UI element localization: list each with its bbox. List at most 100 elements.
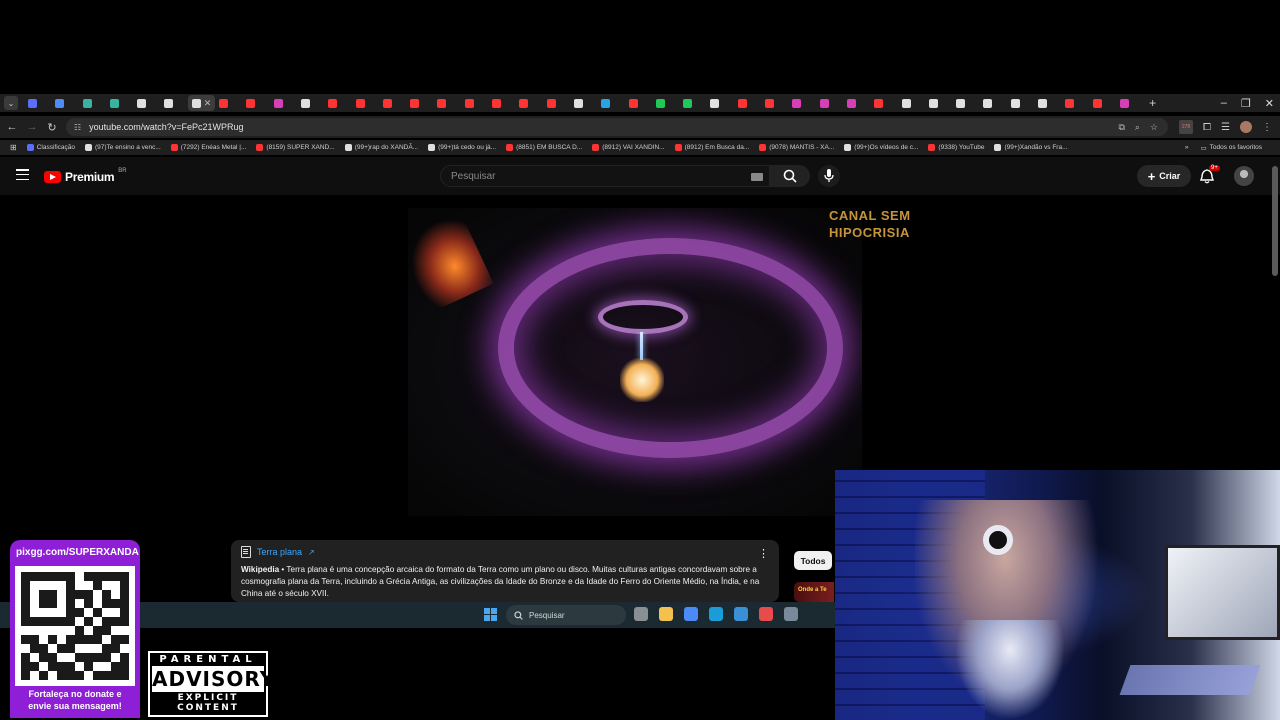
bookmark-item[interactable]: (7292) Enéas Metal |...	[170, 144, 246, 151]
close-tab-icon[interactable]: ✕	[204, 98, 212, 109]
taskbar-app-icon[interactable]	[784, 607, 798, 621]
browser-tab[interactable]	[734, 95, 761, 111]
browser-tab[interactable]	[1034, 95, 1061, 111]
extension-badge[interactable]: 278	[1179, 120, 1194, 134]
bookmark-item[interactable]: Classificação	[26, 144, 75, 151]
tab-search-button[interactable]: ⌄	[4, 96, 18, 110]
bookmark-star-icon[interactable]: ☆	[1150, 122, 1158, 133]
browser-tab[interactable]	[952, 95, 979, 111]
browser-tab[interactable]	[24, 95, 51, 111]
browser-tab[interactable]	[352, 95, 379, 111]
taskbar-app-icon[interactable]	[659, 607, 673, 621]
browser-tab[interactable]	[242, 95, 269, 111]
browser-tab[interactable]	[406, 95, 433, 111]
more-options-icon[interactable]: ⋮	[758, 547, 769, 560]
forward-icon[interactable]: →	[22, 121, 42, 133]
info-panel-title-link[interactable]: Terra plana	[257, 547, 302, 557]
browser-tab[interactable]	[488, 95, 515, 111]
search-input[interactable]	[451, 170, 741, 182]
voice-search-button[interactable]	[818, 165, 840, 187]
youtube-logo[interactable]: Premium BR	[44, 168, 127, 184]
browser-tab[interactable]	[1061, 95, 1088, 111]
browser-tab[interactable]: ✕	[187, 95, 216, 111]
bookmark-item[interactable]: (99+)Os vídeos de c...	[844, 144, 918, 151]
search-button[interactable]	[770, 165, 810, 187]
browser-tab[interactable]	[215, 95, 242, 111]
maximize-icon[interactable]: ❐	[1241, 97, 1251, 110]
browser-tab[interactable]	[979, 95, 1006, 111]
windows-start-icon[interactable]	[484, 608, 497, 621]
bookmark-item[interactable]: (9078) MANTIS - XA...	[759, 144, 834, 151]
taskbar-app-icon[interactable]	[759, 607, 773, 621]
reload-icon[interactable]: ↻	[42, 121, 62, 134]
page-scrollbar[interactable]	[1272, 166, 1278, 276]
browser-tab[interactable]	[597, 95, 624, 111]
keyboard-icon[interactable]	[751, 173, 763, 181]
bookmark-item[interactable]: (8851) EM BUSCA D...	[506, 144, 582, 151]
external-link-icon[interactable]: ↗	[308, 548, 315, 557]
browser-tab[interactable]	[570, 95, 597, 111]
browser-tab[interactable]	[160, 95, 187, 111]
all-bookmarks-folder[interactable]: ▭ Todos os favoritos	[1200, 144, 1262, 152]
bookmark-item[interactable]: (99+)rap do XANDÃ...	[344, 144, 418, 151]
browser-tab[interactable]	[51, 95, 78, 111]
extensions-icon[interactable]: ⧠	[1203, 122, 1211, 133]
browser-tab[interactable]	[706, 95, 733, 111]
browser-tab[interactable]	[543, 95, 570, 111]
browser-tab[interactable]	[133, 95, 160, 111]
browser-tab[interactable]	[925, 95, 952, 111]
menu-icon[interactable]	[16, 169, 29, 180]
notifications-bell-icon[interactable]	[1200, 169, 1214, 184]
zoom-icon[interactable]: ⌕	[1135, 122, 1140, 133]
bookmark-item[interactable]: (99+)tá cedo ou já...	[428, 144, 496, 151]
browser-tab[interactable]	[1089, 95, 1116, 111]
address-bar[interactable]: ☷ youtube.com/watch?v=FePc21WPRug ⧉ ⌕ ☆	[66, 118, 1168, 136]
browser-tab[interactable]	[297, 95, 324, 111]
browser-tab[interactable]	[1007, 95, 1034, 111]
bookmark-item[interactable]: (99+)Xandão vs Fra...	[994, 144, 1068, 151]
apps-grid-icon[interactable]: ⊞	[10, 143, 17, 152]
site-info-icon[interactable]: ☷	[74, 123, 81, 132]
related-video-thumbnail[interactable]: Onde a Te	[794, 582, 834, 602]
account-avatar[interactable]	[1234, 166, 1254, 186]
taskbar-app-icon[interactable]	[709, 607, 723, 621]
browser-tab[interactable]	[816, 95, 843, 111]
browser-tab[interactable]	[79, 95, 106, 111]
bookmark-item[interactable]: (8912) VAI XANDIN...	[592, 144, 665, 151]
browser-tab[interactable]	[843, 95, 870, 111]
video-player[interactable]	[408, 208, 862, 516]
more-bookmarks-icon[interactable]: »	[1185, 144, 1189, 151]
bookmark-item[interactable]: (9338) YouTube	[928, 144, 984, 151]
browser-tab[interactable]	[898, 95, 925, 111]
browser-tab[interactable]	[324, 95, 351, 111]
cast-icon[interactable]: ⧉	[1118, 122, 1124, 133]
browser-tab[interactable]	[870, 95, 897, 111]
browser-tab[interactable]	[461, 95, 488, 111]
bookmark-item[interactable]: (8159) SUPER XAND...	[256, 144, 335, 151]
browser-tab[interactable]	[106, 95, 133, 111]
browser-tab[interactable]	[379, 95, 406, 111]
profile-avatar[interactable]	[1240, 121, 1252, 133]
minimize-icon[interactable]: –	[1221, 97, 1227, 109]
taskbar-app-icon[interactable]	[634, 607, 648, 621]
browser-tab[interactable]	[761, 95, 788, 111]
browser-tab[interactable]	[270, 95, 297, 111]
browser-tab[interactable]	[679, 95, 706, 111]
browser-tab[interactable]	[788, 95, 815, 111]
tab-groups-icon[interactable]: ☰	[1221, 122, 1230, 133]
taskbar-app-icon[interactable]	[734, 607, 748, 621]
browser-tab[interactable]	[515, 95, 542, 111]
browser-tab[interactable]	[652, 95, 679, 111]
bookmark-item[interactable]: (97)Te ensino a venc...	[85, 144, 161, 151]
browser-menu-icon[interactable]: ⋮	[1262, 122, 1272, 133]
bookmark-item[interactable]: (8912) Em Busca da...	[674, 144, 749, 151]
taskbar-app-icon[interactable]	[684, 607, 698, 621]
create-button[interactable]: + Criar	[1137, 165, 1191, 187]
browser-tab[interactable]	[625, 95, 652, 111]
browser-tab[interactable]	[1116, 95, 1143, 111]
chip-all[interactable]: Todos	[794, 551, 832, 570]
back-icon[interactable]: ←	[2, 121, 22, 133]
close-window-icon[interactable]: ✕	[1265, 97, 1274, 110]
taskbar-search[interactable]: Pesquisar	[506, 605, 626, 625]
new-tab-button[interactable]: +	[1149, 96, 1156, 110]
